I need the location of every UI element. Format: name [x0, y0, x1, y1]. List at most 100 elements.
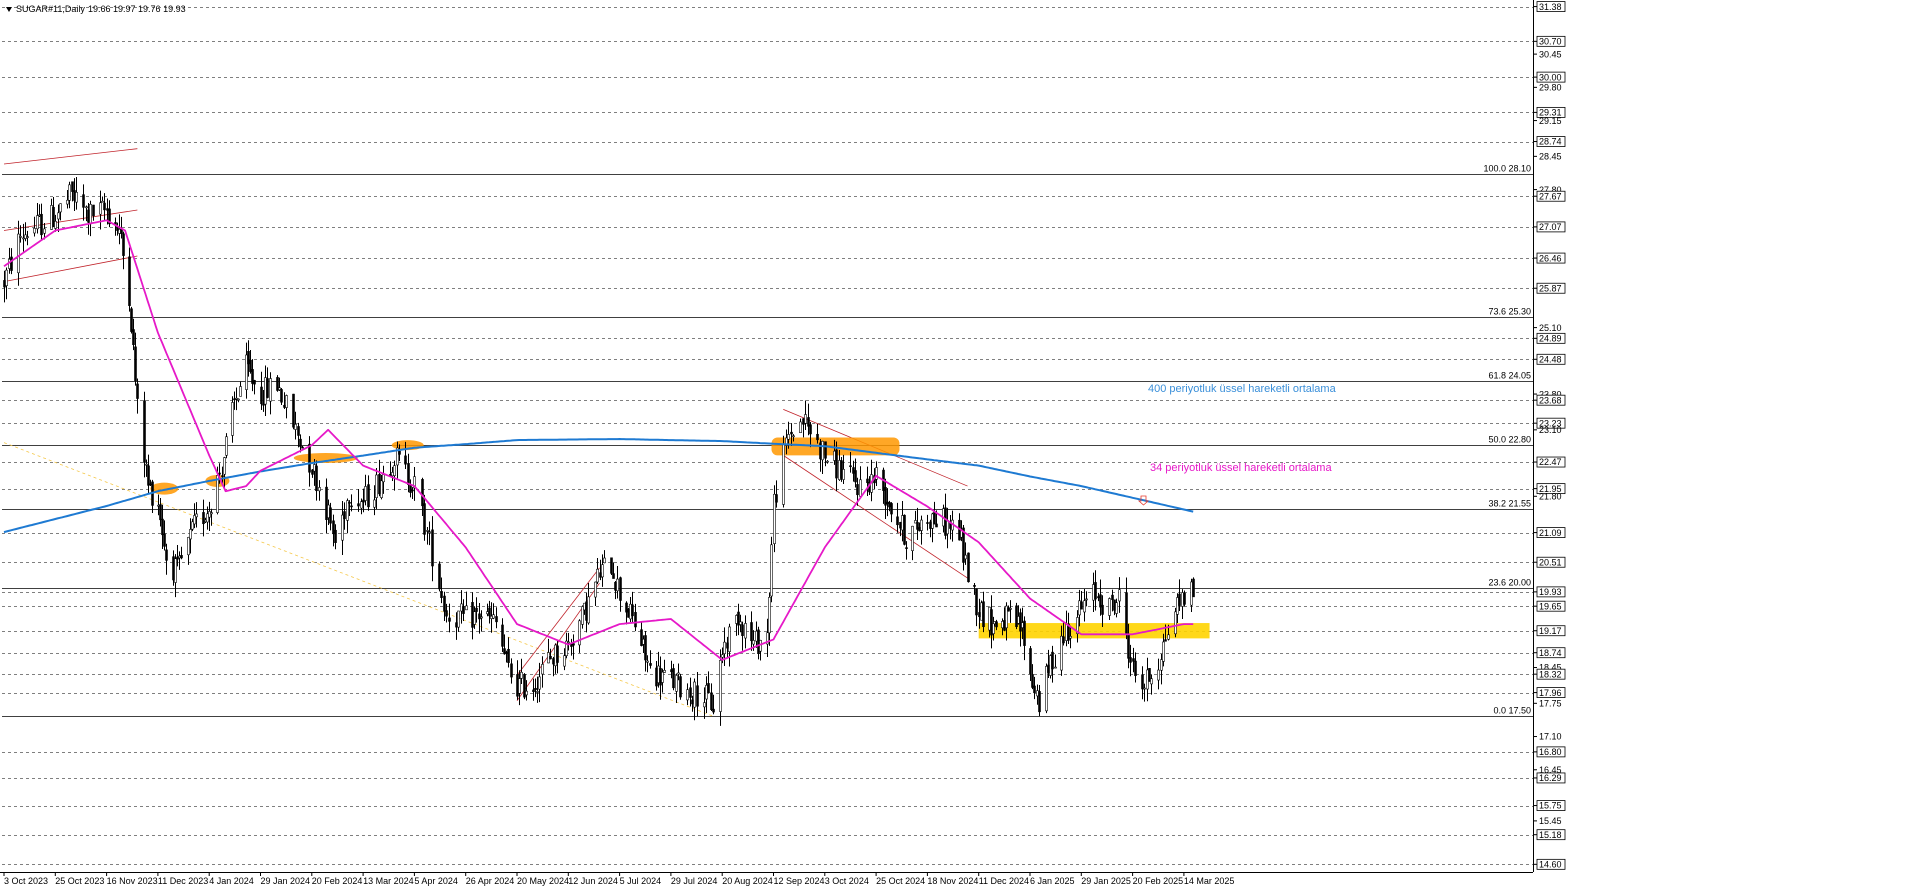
- candle-body-up: [89, 204, 92, 225]
- time-tick-label: 26 Apr 2024: [466, 876, 515, 886]
- candle-body-down: [896, 516, 899, 526]
- candle: [1148, 668, 1151, 682]
- candle-body-up: [382, 474, 385, 483]
- price-tick-label: 30.00: [1539, 72, 1562, 82]
- candle-body-up: [770, 544, 773, 597]
- candle-body-up: [821, 440, 824, 461]
- candle-body-down: [556, 645, 559, 663]
- candle-body-up: [480, 616, 483, 619]
- candle-body-down: [163, 533, 166, 547]
- candle-body-down: [1113, 599, 1116, 611]
- candle-body-up: [1176, 597, 1179, 615]
- candle-body-up: [118, 228, 121, 234]
- candle-body-down: [132, 329, 135, 345]
- price-tick-label: 17.10: [1539, 732, 1562, 742]
- time-tick-label: 12 Sep 2024: [774, 876, 825, 886]
- ohlc-label: 19.66 19.97 19.76 19.93: [88, 4, 186, 14]
- candle-body-down: [218, 472, 221, 475]
- candle-body-down: [1031, 674, 1034, 688]
- candle-body-up: [1085, 598, 1088, 601]
- candle: [292, 393, 295, 430]
- candle-body-down: [973, 585, 976, 587]
- candle-body-down: [404, 455, 407, 465]
- candle-body-down: [445, 610, 448, 617]
- candle: [782, 435, 785, 508]
- candle-body-down: [147, 465, 150, 486]
- price-tick-label: 23.10: [1539, 425, 1562, 435]
- price-tick-label: 19.17: [1539, 626, 1562, 636]
- candle-body-down: [1099, 594, 1102, 608]
- price-tick-label: 26.46: [1539, 253, 1562, 263]
- candle-body-up: [1167, 634, 1170, 640]
- candle-body-down: [1019, 612, 1022, 632]
- candle-body-down: [672, 668, 675, 689]
- candle-body-down: [87, 209, 90, 223]
- price-tick-label: 16.80: [1539, 747, 1562, 757]
- candle-body-down: [3, 280, 6, 288]
- candle-body-down: [741, 624, 744, 636]
- fib-level-label: 38.2 21.55: [1488, 499, 1531, 509]
- candle-body-up: [364, 486, 367, 501]
- candle-body-up: [525, 690, 528, 696]
- candle-body-up: [99, 202, 102, 215]
- candle-body-up: [677, 672, 680, 675]
- time-tick-label: 29 Jul 2024: [671, 876, 718, 886]
- candle-body-down: [103, 202, 106, 211]
- candle-body-up: [859, 479, 862, 497]
- time-tick-label: 16 Nov 2023: [107, 876, 158, 886]
- candle-body-up: [473, 611, 476, 625]
- time-tick-label: 5 Jul 2024: [620, 876, 662, 886]
- candle-body-down: [933, 511, 936, 525]
- candle: [903, 514, 906, 546]
- time-tick-label: 3 Oct 2024: [825, 876, 869, 886]
- candle-body-down: [136, 383, 139, 399]
- candle-body-up: [594, 581, 597, 598]
- candle-body-up: [225, 436, 228, 456]
- candle-body-down: [816, 433, 819, 441]
- time-tick-label: 4 Jan 2024: [209, 876, 254, 886]
- candle-body-down: [348, 502, 351, 504]
- price-tick-label: 29.15: [1539, 116, 1562, 126]
- candle-body-down: [995, 621, 998, 628]
- price-tick-label: 27.07: [1539, 222, 1562, 232]
- candle-body-down: [172, 556, 175, 581]
- candle: [231, 396, 234, 443]
- candle-body-down: [1097, 596, 1100, 599]
- price-chart[interactable]: 100.0 28.10 73.6 25.30 61.8 24.05 50.0 22.8…: [0, 0, 1916, 888]
- candle-body-up: [804, 414, 807, 424]
- candle-body-down: [438, 563, 441, 590]
- candle-body-up: [5, 269, 8, 287]
- candle-body-down: [315, 465, 318, 492]
- candle-body-down: [926, 522, 929, 524]
- candle-body-up: [1108, 598, 1111, 616]
- candle-body-down: [495, 616, 498, 623]
- candle-body-down: [501, 624, 504, 647]
- time-tick-label: 29 Jan 2024: [261, 876, 311, 886]
- candle-body-up: [787, 434, 790, 440]
- candle: [1045, 663, 1048, 714]
- candle-body-up: [1174, 611, 1177, 635]
- candle-body-down: [975, 588, 978, 616]
- candle-body-down: [134, 346, 137, 382]
- fib-level-label: 50.0 22.80: [1488, 435, 1531, 445]
- candle-body-down: [143, 400, 146, 463]
- candle-body-up: [145, 463, 148, 466]
- candle-body-up: [728, 626, 731, 652]
- candle-body-up: [157, 504, 160, 507]
- candle-body-down: [357, 503, 360, 507]
- time-tick-label: 25 Oct 2023: [55, 876, 104, 886]
- candle-body-up: [373, 499, 376, 508]
- candle-body-up: [1150, 678, 1153, 685]
- time-tick-label: 11 Dec 2023: [158, 876, 208, 886]
- candle-body-down: [1038, 691, 1041, 713]
- candle-body-up: [1049, 655, 1052, 676]
- candle-body-up: [426, 530, 429, 532]
- candle-body-down: [292, 393, 295, 428]
- candle: [225, 433, 228, 459]
- time-tick-label: 20 May 2024: [517, 876, 569, 886]
- candle-body-up: [187, 537, 190, 556]
- fib-level-label: 73.6 25.30: [1488, 307, 1531, 317]
- candle-body-up: [216, 475, 219, 513]
- candle-body-up: [723, 641, 726, 655]
- candle-body-down: [534, 687, 537, 691]
